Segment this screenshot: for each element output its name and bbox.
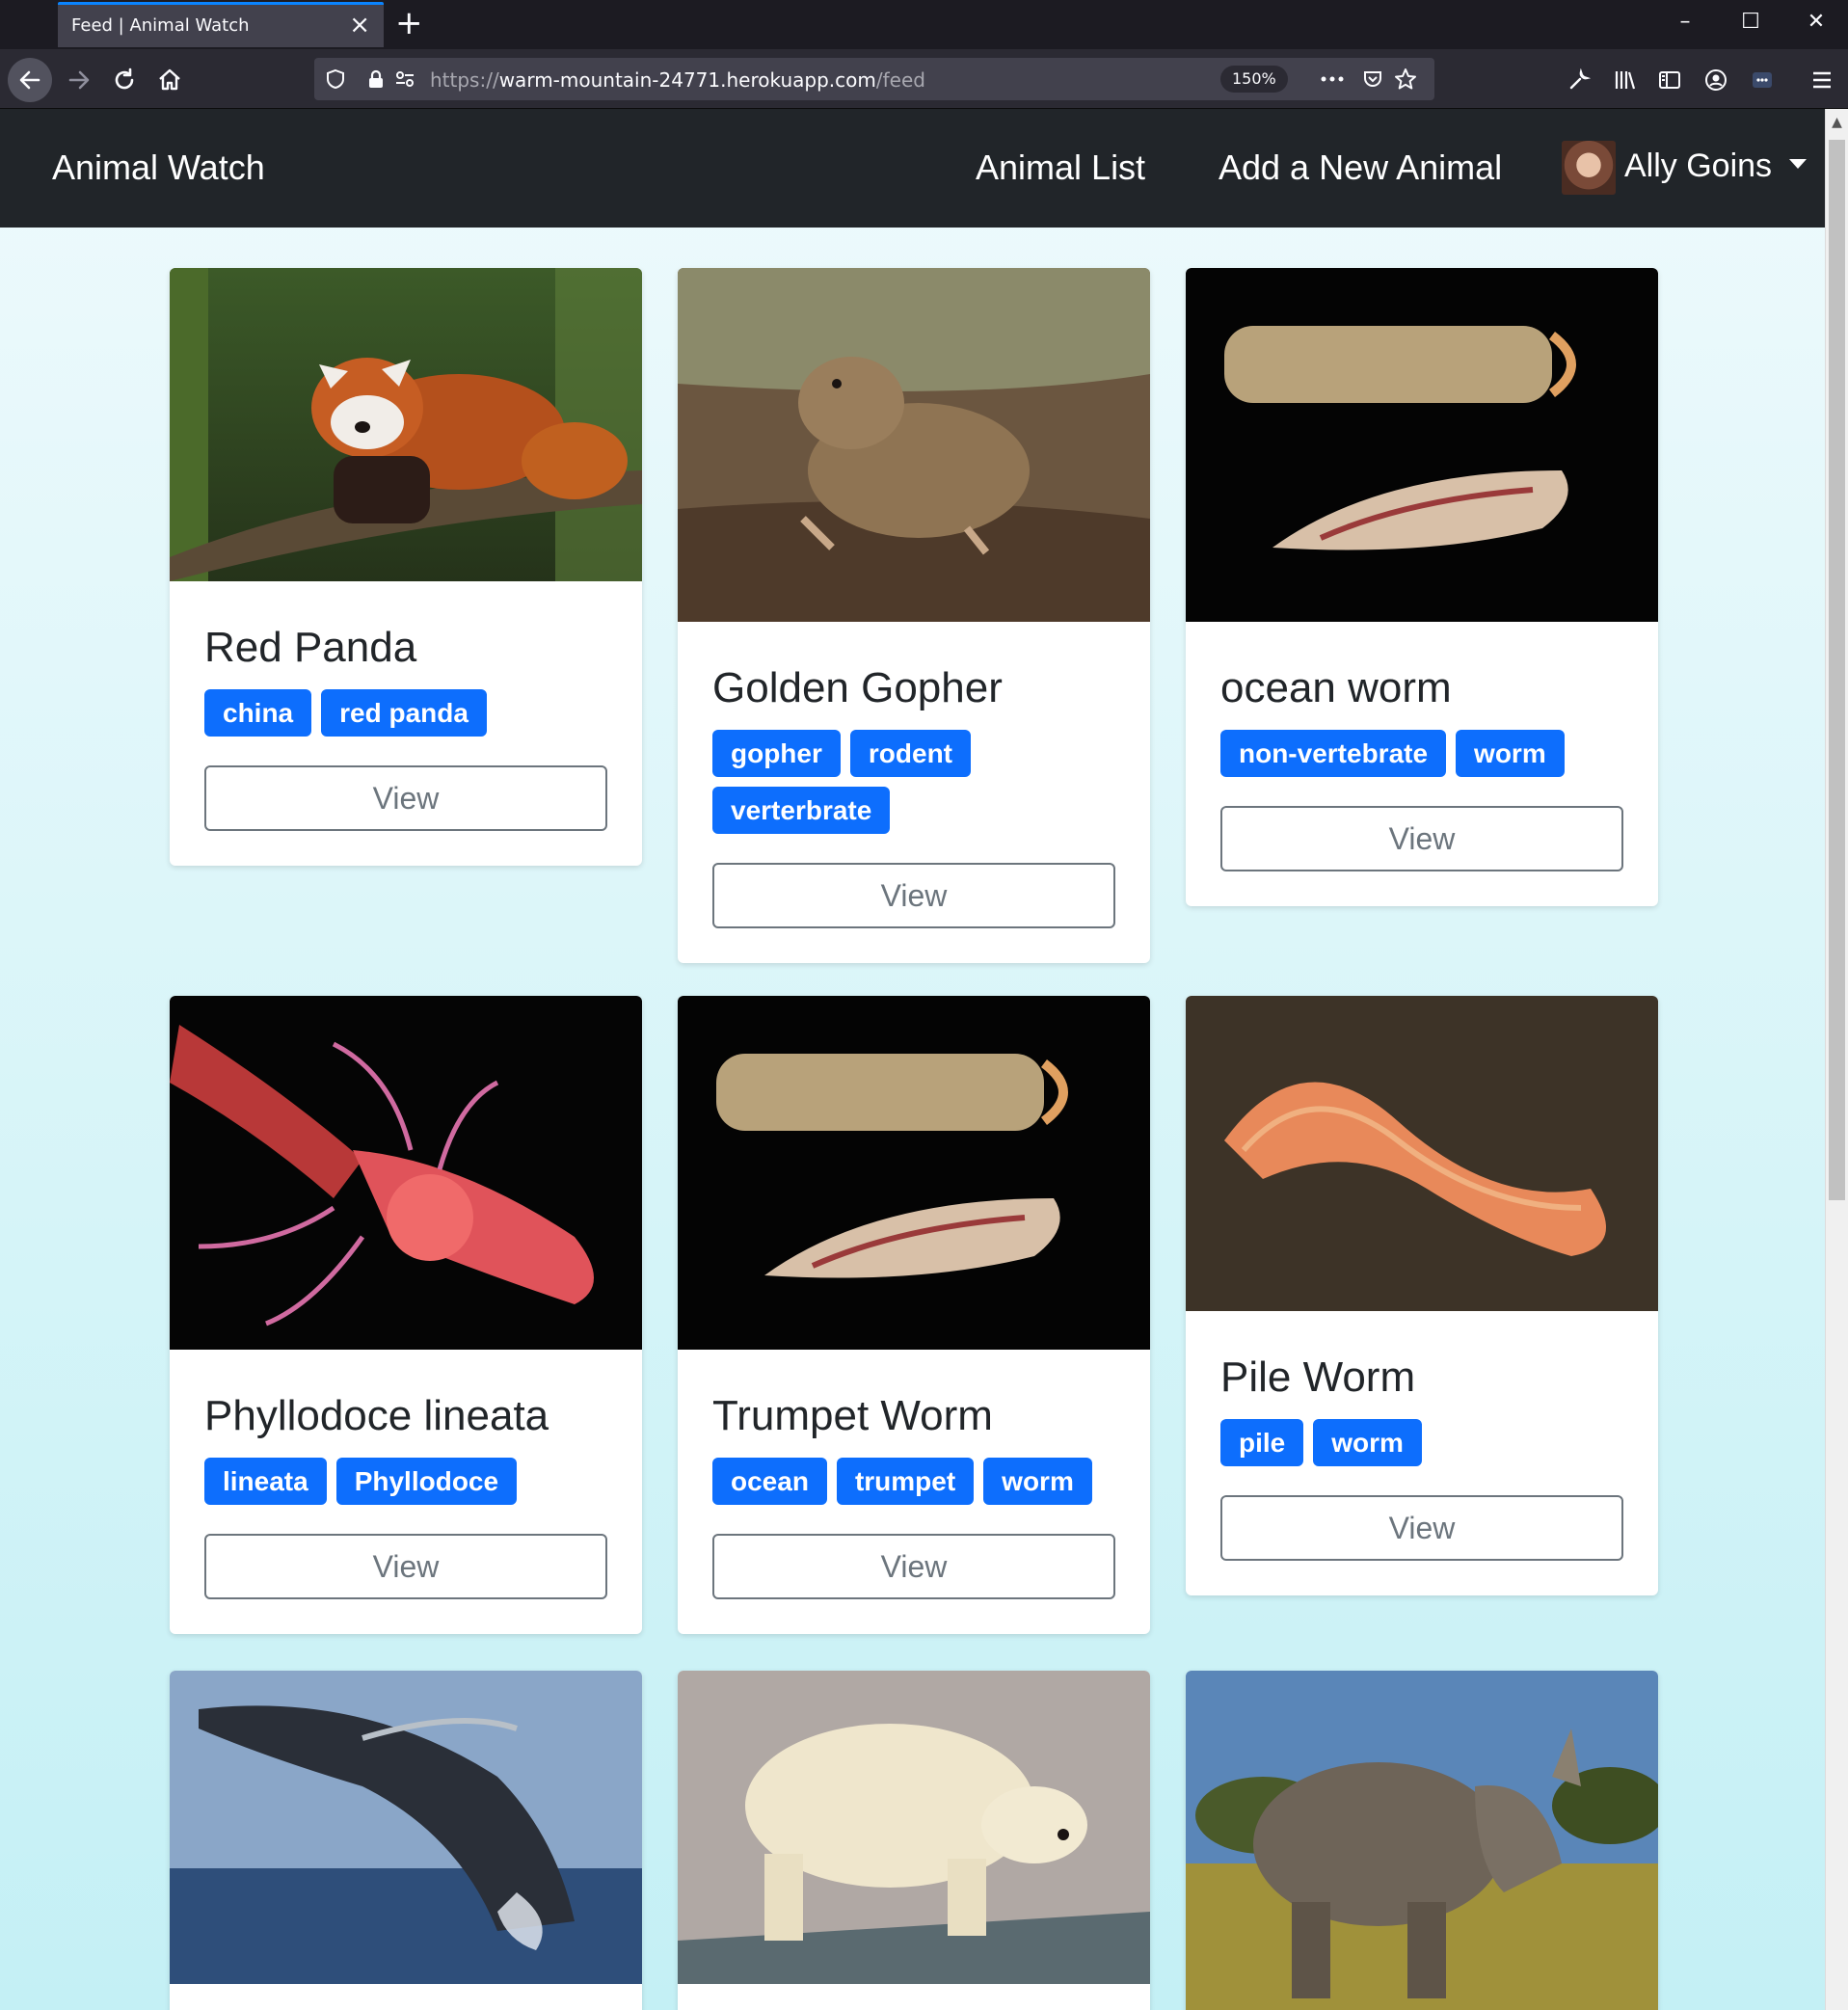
sidebar-icon[interactable] [1648, 59, 1691, 101]
home-button[interactable] [148, 59, 191, 101]
red-panda-image [170, 268, 642, 581]
tab-title: Feed | Animal Watch [71, 15, 250, 36]
card-title: Red Panda [204, 624, 417, 671]
tag-badge[interactable]: red panda [321, 689, 487, 737]
card-title: Trumpet Worm [712, 1392, 993, 1439]
tag-badge[interactable]: ocean [712, 1458, 827, 1505]
pocket-icon[interactable] [1361, 67, 1384, 91]
tag-badge[interactable]: rodent [849, 730, 971, 777]
zoom-level-badge[interactable]: 150% [1220, 66, 1288, 93]
forward-button[interactable] [58, 59, 100, 101]
bookmark-star-icon[interactable] [1394, 67, 1417, 91]
animal-card: Phyllodoce lineata lineata Phyllodoce Vi… [170, 996, 642, 1634]
minimize-window-icon[interactable]: – [1666, 8, 1704, 37]
tag-badge[interactable]: lineata [204, 1458, 327, 1505]
golden-gopher-image [678, 268, 1150, 622]
tag-badge[interactable]: worm [1456, 730, 1565, 777]
card-title: Pile Worm [1220, 1353, 1416, 1401]
tag-badge[interactable]: china [204, 689, 312, 737]
browser-toolbar: https://warm-mountain-24771.herokuapp.co… [0, 49, 1848, 109]
close-window-icon[interactable]: ✕ [1797, 8, 1835, 37]
nav-add-animal[interactable]: Add a New Animal [1219, 147, 1502, 188]
tag-list: gopher rodent verterbrate [712, 730, 1115, 834]
tag-badge[interactable]: gopher [712, 730, 841, 777]
library-icon[interactable] [1604, 59, 1647, 101]
whale-image [170, 1671, 642, 1984]
avatar[interactable] [1562, 141, 1616, 195]
animal-card: ocean worm non-vertebrate worm View [1186, 268, 1658, 906]
reload-icon [115, 67, 134, 90]
arrow-left-icon [19, 70, 40, 90]
animal-card: Red Panda china red panda View [170, 268, 642, 866]
animal-card: Golden Gopher gopher rodent verterbrate … [678, 268, 1150, 963]
url-scheme: https:// [430, 68, 499, 92]
scrollbar-thumb[interactable] [1829, 140, 1845, 1200]
tag-badge[interactable]: non-vertebrate [1220, 730, 1447, 777]
view-button[interactable]: View [1220, 806, 1623, 871]
developer-tools-icon[interactable] [1558, 59, 1600, 101]
tag-badge[interactable]: worm [983, 1458, 1092, 1505]
animal-card: Trumpet Worm ocean trumpet worm View [678, 996, 1150, 1634]
animal-card [678, 1671, 1150, 2010]
tag-list: ocean trumpet worm [712, 1458, 1115, 1505]
card-title: Phyllodoce lineata [204, 1392, 549, 1439]
pile-worm-image [1186, 996, 1658, 1311]
phyllodoce-lineata-image [170, 996, 642, 1350]
more-actions-icon[interactable] [1321, 67, 1344, 91]
back-button[interactable] [8, 58, 52, 102]
maximize-window-icon[interactable]: ☐ [1731, 8, 1770, 37]
tag-list: china red panda [204, 689, 607, 737]
user-name: Ally Goins [1624, 147, 1773, 184]
close-tab-icon[interactable]: × [349, 12, 370, 39]
tag-badge[interactable]: pile [1220, 1419, 1304, 1466]
tag-badge[interactable]: trumpet [836, 1458, 975, 1505]
reload-button[interactable] [103, 59, 146, 101]
page-viewport: Animal Watch Animal List Add a New Anima… [0, 109, 1848, 2010]
animal-card: Pile Worm pile worm View [1186, 996, 1658, 1595]
tag-list: pile worm [1220, 1419, 1623, 1466]
view-button[interactable]: View [204, 1534, 607, 1599]
arrow-right-icon [68, 70, 90, 90]
tag-list: lineata Phyllodoce [204, 1458, 607, 1505]
animal-card [170, 1671, 642, 2010]
browser-tab[interactable]: Feed | Animal Watch × [58, 2, 384, 47]
home-icon [159, 68, 180, 91]
tag-badge[interactable]: verterbrate [712, 787, 891, 834]
url-host: warm-mountain-24771.herokuapp.com [498, 68, 876, 92]
url-text[interactable]: https://warm-mountain-24771.herokuapp.co… [430, 68, 925, 92]
view-button[interactable]: View [204, 765, 607, 831]
card-title: Golden Gopher [712, 664, 1003, 711]
navbar-brand[interactable]: Animal Watch [52, 147, 265, 188]
page-scrollbar[interactable]: ▲ [1825, 109, 1848, 2010]
site-navbar: Animal Watch Animal List Add a New Anima… [0, 109, 1825, 228]
nav-animal-list[interactable]: Animal List [976, 147, 1145, 188]
account-icon[interactable] [1695, 59, 1737, 101]
polar-bear-image [678, 1671, 1150, 1984]
scroll-up-icon[interactable]: ▲ [1826, 109, 1848, 136]
address-bar[interactable]: https://warm-mountain-24771.herokuapp.co… [314, 58, 1434, 100]
user-dropdown-toggle[interactable]: Ally Goins [1624, 147, 1808, 185]
tag-badge[interactable]: worm [1313, 1419, 1422, 1466]
menu-icon[interactable] [1801, 59, 1843, 101]
caret-down-icon [1789, 159, 1808, 170]
trumpet-worm-image [678, 996, 1150, 1350]
card-title: ocean worm [1220, 664, 1452, 711]
lock-icon[interactable] [364, 67, 388, 91]
ocean-worm-image [1186, 268, 1658, 622]
url-path: /feed [875, 68, 925, 92]
tag-badge[interactable]: Phyllodoce [335, 1458, 518, 1505]
permissions-icon[interactable] [393, 67, 416, 91]
browser-tab-bar: Feed | Animal Watch × + – ☐ ✕ [0, 0, 1848, 49]
view-button[interactable]: View [712, 1534, 1115, 1599]
view-button[interactable]: View [712, 863, 1115, 928]
rhino-image [1186, 1671, 1658, 2010]
extension-icon[interactable] [1741, 59, 1783, 101]
shield-icon[interactable] [324, 67, 347, 91]
animal-card [1186, 1671, 1658, 2010]
new-tab-icon[interactable]: + [395, 6, 423, 40]
tag-list: non-vertebrate worm [1220, 730, 1623, 777]
view-button[interactable]: View [1220, 1495, 1623, 1561]
